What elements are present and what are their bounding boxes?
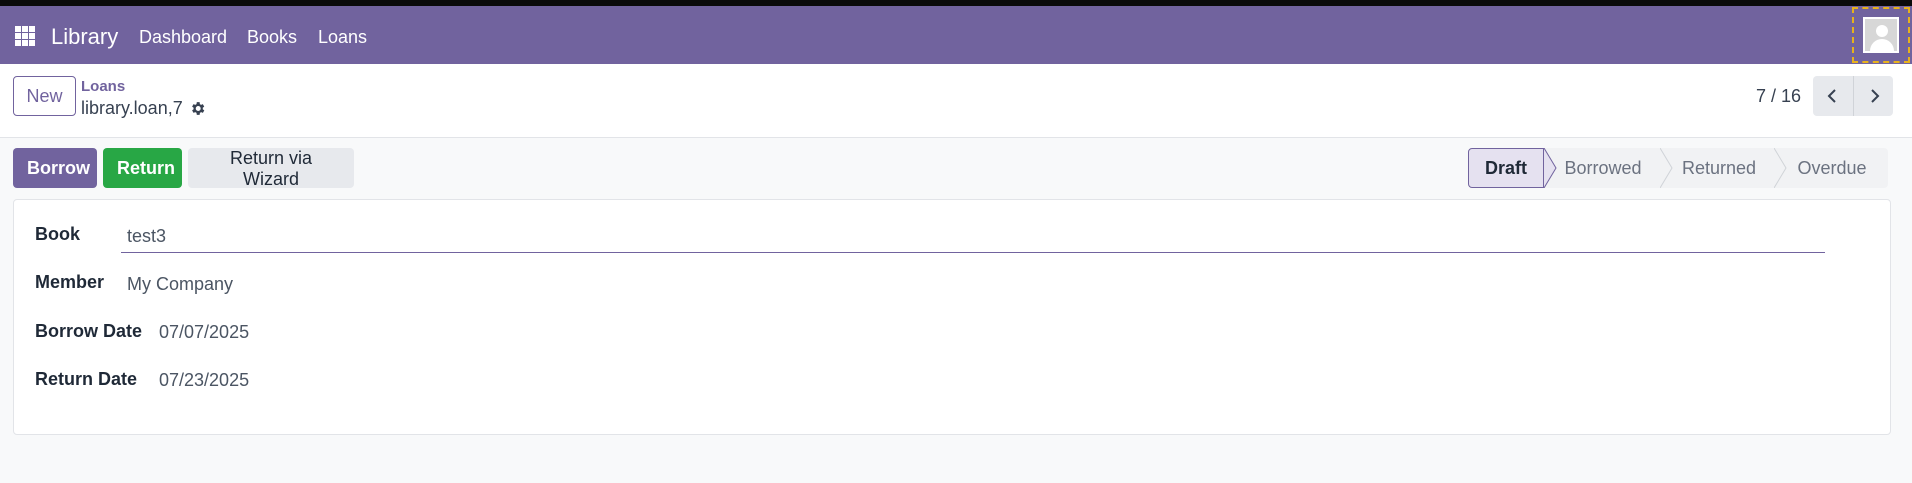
book-field-value: test3 bbox=[127, 226, 167, 246]
book-field[interactable]: test3 bbox=[121, 223, 1825, 253]
new-button[interactable]: New bbox=[13, 76, 76, 116]
stage-separator bbox=[1660, 148, 1673, 188]
status-returned-label: Returned bbox=[1681, 157, 1757, 178]
gear-icon[interactable] bbox=[189, 100, 206, 117]
book-label: Book bbox=[35, 224, 80, 244]
control-panel: New Loans library.loan,7 7 / 16 bbox=[0, 64, 1912, 138]
status-overdue[interactable]: Overdue bbox=[1774, 148, 1888, 188]
status-bar: Draft Borrowed Returned Overdue bbox=[1468, 148, 1888, 188]
borrow-date-label: Borrow Date bbox=[35, 321, 143, 341]
chevron-left-icon bbox=[1827, 89, 1836, 103]
user-avatar-icon bbox=[1863, 17, 1899, 53]
status-returned[interactable]: Returned bbox=[1660, 148, 1776, 188]
pager-previous-button[interactable] bbox=[1813, 76, 1853, 116]
app-grid-icon[interactable] bbox=[15, 26, 35, 46]
breadcrumb-record: library.loan,7 bbox=[81, 98, 183, 118]
breadcrumb-parent[interactable]: Loans bbox=[81, 78, 125, 95]
stage-separator bbox=[1544, 148, 1557, 188]
nav-item-loans[interactable]: Loans bbox=[318, 27, 367, 48]
form-sheet: Book test3 Member My Company Borrow Date… bbox=[13, 199, 1891, 435]
member-label: Member bbox=[35, 272, 105, 292]
status-borrowed-label: Borrowed bbox=[1564, 157, 1642, 178]
return-date-label: Return Date bbox=[35, 369, 138, 389]
borrow-button[interactable]: Borrow bbox=[13, 148, 97, 188]
user-avatar-button[interactable] bbox=[1852, 7, 1910, 63]
member-field[interactable]: My Company bbox=[127, 274, 233, 295]
status-draft[interactable]: Draft bbox=[1468, 148, 1544, 188]
return-date-field[interactable]: 07/23/2025 bbox=[159, 370, 249, 391]
pager-value[interactable]: 7 / 16 bbox=[1756, 86, 1801, 107]
return-button[interactable]: Return bbox=[103, 148, 182, 188]
status-overdue-label: Overdue bbox=[1797, 157, 1867, 178]
nav-item-dashboard[interactable]: Dashboard bbox=[139, 27, 227, 48]
borrow-date-field[interactable]: 07/07/2025 bbox=[159, 322, 249, 343]
top-navbar: Library Dashboard Books Loans bbox=[0, 6, 1912, 64]
form-action-bar: Borrow Return Return via Wizard Draft Bo… bbox=[0, 138, 1912, 198]
return-via-wizard-button[interactable]: Return via Wizard bbox=[188, 148, 354, 189]
pager-next-button[interactable] bbox=[1853, 76, 1893, 116]
app-brand[interactable]: Library bbox=[51, 24, 118, 50]
stage-separator bbox=[1774, 148, 1787, 188]
status-borrowed[interactable]: Borrowed bbox=[1544, 148, 1662, 188]
chevron-right-icon bbox=[1870, 89, 1879, 103]
nav-item-books[interactable]: Books bbox=[247, 27, 297, 48]
